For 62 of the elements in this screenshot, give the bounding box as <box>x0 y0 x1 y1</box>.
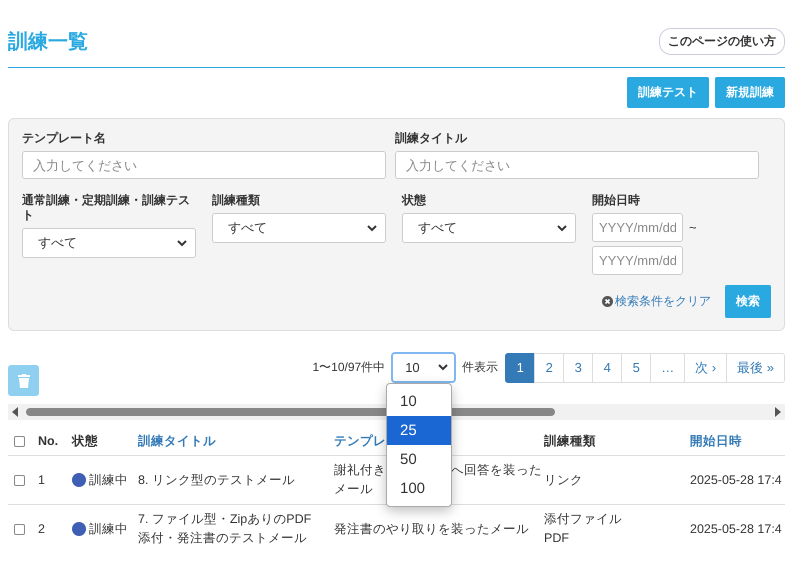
result-count: 1〜10/97件中 <box>312 359 386 376</box>
page-link[interactable]: 5 <box>621 352 652 382</box>
field-label: 訓練タイトル <box>395 131 468 146</box>
column-header: 状態 <box>72 433 98 449</box>
row-checkbox[interactable] <box>14 524 25 534</box>
table-cell-text: 2025-05-28 17:4 <box>690 472 782 488</box>
table-cell-text: メール <box>334 481 373 498</box>
clear-link[interactable]: 検索条件をクリア <box>602 293 711 310</box>
select-field[interactable]: すべて <box>22 228 196 258</box>
table-cell-text: リンク <box>544 472 583 488</box>
page-link[interactable]: 次 › <box>684 352 728 382</box>
table-cell-text: 謝礼付き <box>334 462 386 479</box>
trash-icon <box>18 374 30 388</box>
field-label: 開始日時 <box>592 193 641 208</box>
page-link[interactable]: 1 <box>505 352 536 382</box>
row-checkbox[interactable] <box>14 474 25 486</box>
table-cell-text: 発注書のやり取りを装ったメール <box>334 520 529 538</box>
dropdown-option[interactable]: 10 <box>387 387 451 416</box>
table-cell-text: 2025-05-28 17:4 <box>690 520 782 538</box>
select-all-checkbox[interactable] <box>14 436 25 446</box>
text-field[interactable]: 入力してください <box>395 151 759 179</box>
date-field[interactable]: YYYY/mm/dd <box>592 246 683 275</box>
field-label: 訓練種類 <box>212 193 261 208</box>
sort-link[interactable]: 開始日時 <box>690 433 742 449</box>
action-button[interactable]: 訓練テスト <box>627 77 709 108</box>
search-button[interactable]: 検索 <box>725 285 771 318</box>
table-cell-text: 添付ファイル <box>544 511 622 528</box>
chevron-icon <box>177 240 187 246</box>
clear-icon <box>602 296 613 307</box>
action-button[interactable]: 新規訓練 <box>715 77 785 108</box>
page-link[interactable]: 4 <box>592 352 622 382</box>
column-header: 訓練種類 <box>544 433 596 449</box>
field-label: テンプレート名 <box>22 131 107 146</box>
sort-link[interactable]: 訓練タイトル <box>138 433 216 449</box>
dropdown-option[interactable]: 25 <box>387 416 451 445</box>
table-cell-text: 1 <box>38 472 45 488</box>
field-label: 通常訓練・定期訓練・訓練テスト <box>22 193 191 223</box>
status-text: 訓練中 <box>89 472 128 488</box>
dropdown-option[interactable]: 100 <box>387 474 451 503</box>
date-field[interactable]: YYYY/mm/dd <box>592 213 683 242</box>
chevron-icon <box>367 224 377 232</box>
range-separator: ~ <box>689 220 697 235</box>
page-link[interactable]: 3 <box>563 352 594 382</box>
page-title: 訓練一覧 <box>8 30 88 55</box>
column-header: No. <box>38 433 58 449</box>
sort-link[interactable]: テンプレ <box>334 433 386 449</box>
field-label: 状態 <box>402 193 427 208</box>
page-link[interactable]: … <box>650 352 686 382</box>
chevron-icon <box>438 364 448 371</box>
table-cell-text: 2 <box>38 520 45 538</box>
page-link[interactable]: 2 <box>534 352 564 382</box>
dropdown-option[interactable]: 50 <box>387 445 451 474</box>
table-cell-text: PDF <box>544 530 570 547</box>
text-field[interactable]: 入力してください <box>22 151 386 179</box>
chevron-icon <box>557 224 567 232</box>
page-link[interactable]: 最後 » <box>726 352 785 382</box>
help-button[interactable]: このページの使い方 <box>659 28 785 55</box>
select-field[interactable]: すべて <box>402 213 576 243</box>
page-size-select[interactable]: 10 <box>391 352 456 383</box>
page-size-label: 件表示 <box>462 359 498 376</box>
status-text: 訓練中 <box>89 520 128 538</box>
select-field[interactable]: すべて <box>212 213 386 243</box>
